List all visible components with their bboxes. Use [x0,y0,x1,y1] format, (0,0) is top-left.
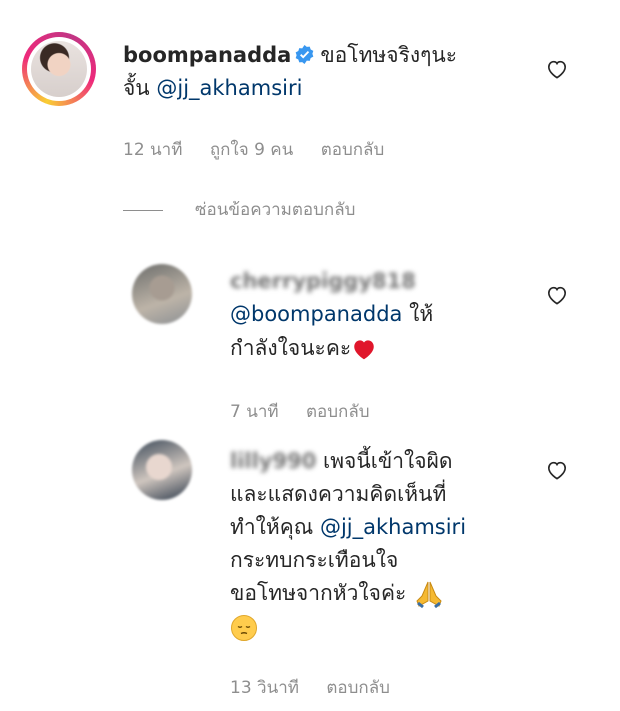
verified-badge-icon [295,45,314,64]
reply2-text-line5: ขอโทษจากหัวใจค่ะ [230,581,407,605]
main-comment-line1: boompanadda ขอโทษจริงๆนะ [123,40,457,70]
reply1-line3: กำลังใจนะคะ [230,333,377,363]
reply2-username[interactable]: lilly990 [230,446,316,476]
reply2-line5: ขอโทษจากหัวใจค่ะ [230,578,445,609]
reply1-line1: cherrypiggy818 [230,266,416,296]
username-link[interactable]: boompanadda [123,43,291,67]
reply2-line6 [230,612,258,642]
reply2-line1: lilly990 เพจนี้เข้าใจผิด [230,446,453,476]
profile-photo [31,41,87,97]
reply1-reply-button[interactable]: ตอบกลับ [306,402,370,422]
reply2-text-line4: กระทบกระเทือนใจ [230,548,399,572]
main-comment-meta: 12 นาที ถูกใจ 9 คน ตอบกลับ [123,136,406,163]
reply2-text-line2: และแสดงความคิดเห็นที่ [230,482,447,506]
reply2-line2: และแสดงความคิดเห็นที่ [230,479,446,509]
reply1-meta: 7 นาที ตอบกลับ [230,398,392,425]
reply2-like-heart-icon[interactable] [546,460,568,480]
reply1-mention-link[interactable]: @boompanadda [230,302,402,326]
red-heart-emoji-icon [354,340,374,360]
reply2-line4: กระทบกระเทือนใจ [230,545,398,575]
folded-hands-emoji-icon [416,581,442,609]
reply1-text: ให้ [409,302,434,326]
reply2-time: 13 วินาที [230,678,299,698]
comment-text-line2: จั้น [123,76,150,100]
hide-replies-button[interactable]: ซ่อนข้อความตอบกลับ [123,196,355,223]
avatar-reply1[interactable] [132,264,192,324]
main-comment-line2: จั้น @jj_akhamsiri [123,73,302,103]
hide-replies-label: ซ่อนข้อความตอบกลับ [195,200,356,220]
reply2-text-line3: ทำให้คุณ [230,515,314,539]
reply2-meta: 13 วินาที ตอบกลับ [230,674,412,701]
reply1-time: 7 นาที [230,402,279,422]
reply2-text-line1: เพจนี้เข้าใจผิด [323,449,453,473]
mention-link[interactable]: @jj_akhamsiri [156,76,302,100]
reply2-mention-link[interactable]: @jj_akhamsiri [320,515,466,539]
reply1-username[interactable]: cherrypiggy818 [230,266,416,296]
reply2-line3: ทำให้คุณ @jj_akhamsiri [230,512,466,542]
likes-count-link[interactable]: ถูกใจ 9 คน [210,140,293,160]
reply2-reply-button[interactable]: ตอบกลับ [326,678,390,698]
like-heart-icon[interactable] [546,59,568,79]
comment-time: 12 นาที [123,140,183,160]
reply1-line2: @boompanadda ให้ [230,299,433,329]
comment-text: ขอโทษจริงๆนะ [320,43,458,67]
reply1-like-heart-icon[interactable] [546,285,568,305]
divider-line [123,209,163,211]
pensive-face-emoji-icon [231,615,257,641]
reply-button[interactable]: ตอบกลับ [321,140,385,160]
avatar-boompanadda[interactable] [22,32,96,106]
avatar-reply2[interactable] [132,440,192,500]
reply1-text-line2: กำลังใจนะคะ [230,336,352,360]
